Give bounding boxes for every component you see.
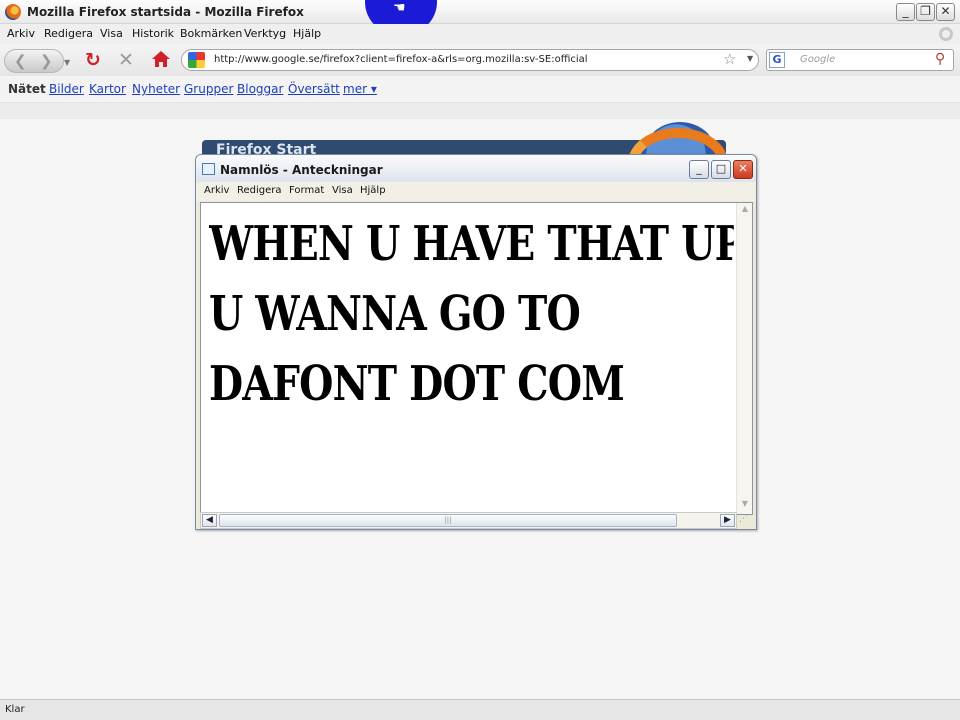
notepad-title: Namnlös - Anteckningar	[220, 163, 383, 177]
status-text: Klar	[5, 704, 25, 715]
gbar-link-oversatt[interactable]: Översätt	[288, 82, 340, 96]
gbar-link-grupper[interactable]: Grupper	[184, 82, 233, 96]
search-placeholder[interactable]: Google	[800, 54, 835, 65]
notepad-menu-format[interactable]: Format	[289, 185, 324, 196]
scroll-left-icon[interactable]: ◀	[202, 514, 217, 527]
url-text[interactable]: http://www.google.se/firefox?client=fire…	[214, 54, 588, 65]
notepad-menu-arkiv[interactable]: Arkiv	[204, 185, 229, 196]
notepad-content[interactable]: WHEN U HAVE THAT UP U WANNA GO TO DAFONT…	[209, 209, 734, 507]
url-dropdown-icon[interactable]: ▼	[747, 54, 753, 63]
gbar-link-nyheter[interactable]: Nyheter	[132, 82, 180, 96]
google-services-bar: Nätet Bilder Kartor Nyheter Grupper Blog…	[0, 76, 960, 103]
stop-icon[interactable]: ✕	[118, 49, 134, 71]
notepad-line-2: U WANNA GO TO	[209, 286, 581, 342]
gbar-link-mer[interactable]: mer ▾	[343, 82, 377, 96]
horizontal-scroll-thumb[interactable]: |||	[219, 514, 677, 527]
horizontal-scrollbar[interactable]: ◀ ||| ▶	[200, 512, 737, 529]
menu-historik[interactable]: Historik	[132, 27, 174, 40]
url-bar[interactable]: http://www.google.se/firefox?client=fire…	[181, 49, 759, 71]
gbar-current-natet: Nätet	[8, 82, 46, 96]
notepad-text-area[interactable]: WHEN U HAVE THAT UP U WANNA GO TO DAFONT…	[200, 202, 753, 515]
browser-window-title: Mozilla Firefox startsida - Mozilla Fire…	[27, 5, 304, 19]
notepad-close-button[interactable]: ✕	[733, 160, 753, 179]
hand-cursor-icon: ☚	[393, 0, 406, 16]
notepad-line-1: WHEN U HAVE THAT UP	[209, 216, 734, 272]
firefox-icon	[5, 4, 21, 20]
scroll-down-icon[interactable]: ▼	[738, 499, 752, 513]
notepad-titlebar[interactable]: Namnlös - Anteckningar _ □ ✕	[196, 155, 756, 182]
google-search-engine-icon[interactable]: G	[769, 52, 785, 68]
resize-grip-icon[interactable]: ⋰	[739, 514, 753, 528]
notepad-icon	[202, 163, 215, 175]
gbar-link-kartor[interactable]: Kartor	[89, 82, 126, 96]
notepad-line-3: DAFONT DOT COM	[209, 356, 625, 412]
menu-verktyg[interactable]: Verktyg	[244, 27, 286, 40]
menu-visa[interactable]: Visa	[100, 27, 123, 40]
google-favicon	[188, 52, 205, 68]
restore-button[interactable]: ❐	[916, 3, 935, 21]
gbar-link-bilder[interactable]: Bilder	[49, 82, 84, 96]
browser-menubar: Arkiv Redigera Visa Historik Bokmärken V…	[0, 24, 960, 44]
browser-titlebar: Mozilla Firefox startsida - Mozilla Fire…	[0, 0, 960, 24]
forward-icon[interactable]: ❯	[40, 52, 53, 70]
page-top-strip	[0, 103, 960, 119]
back-icon[interactable]: ❮	[14, 52, 27, 70]
menu-bokmarken[interactable]: Bokmärken	[180, 27, 242, 40]
minimize-button[interactable]: _	[896, 3, 915, 21]
search-magnifier-icon[interactable]: ⚲	[935, 51, 945, 67]
back-forward-group: ❮ ❯	[4, 49, 64, 73]
bookmark-star-icon[interactable]: ☆	[723, 50, 736, 68]
notepad-menu-hjalp[interactable]: Hjälp	[360, 185, 386, 196]
notepad-window: Namnlös - Anteckningar _ □ ✕ Arkiv Redig…	[195, 154, 757, 530]
menu-redigera[interactable]: Redigera	[44, 27, 93, 40]
throbber-icon	[939, 27, 953, 41]
menu-arkiv[interactable]: Arkiv	[7, 27, 35, 40]
notepad-menu-redigera[interactable]: Redigera	[237, 185, 282, 196]
gbar-link-bloggar[interactable]: Bloggar	[237, 82, 283, 96]
scroll-up-icon[interactable]: ▲	[738, 204, 752, 218]
notepad-maximize-button[interactable]: □	[711, 160, 731, 179]
history-dropdown-icon[interactable]: ▼	[64, 58, 70, 67]
close-button[interactable]: ✕	[936, 3, 955, 21]
menu-hjalp[interactable]: Hjälp	[293, 27, 321, 40]
vertical-scrollbar[interactable]: ▲ ▼	[736, 203, 752, 514]
notepad-menu-visa[interactable]: Visa	[332, 185, 353, 196]
reload-icon[interactable]: ↻	[85, 49, 101, 71]
scroll-right-icon[interactable]: ▶	[720, 514, 735, 527]
notepad-menubar: Arkiv Redigera Format Visa Hjälp	[196, 182, 756, 201]
status-bar: Klar	[0, 699, 960, 720]
home-icon[interactable]	[151, 50, 171, 68]
search-bar[interactable]: G Google ⚲	[766, 49, 954, 71]
notepad-minimize-button[interactable]: _	[689, 160, 709, 179]
